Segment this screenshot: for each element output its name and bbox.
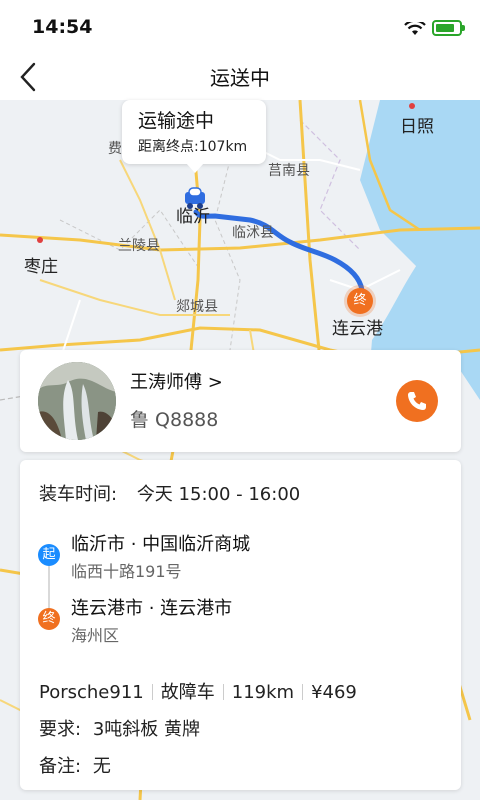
map-label-junan: 莒南县	[268, 163, 310, 179]
driver-avatar	[38, 362, 116, 440]
phone-icon	[408, 392, 426, 410]
load-time-label: 装车时间:	[39, 484, 118, 505]
driver-card[interactable]: 王涛师傅 > 鲁 Q8888	[20, 350, 461, 452]
load-time-row: 装车时间: 今天 15:00 - 16:00	[39, 480, 300, 506]
end-address: 海州区	[71, 626, 120, 645]
vehicle-model: Porsche911	[39, 682, 144, 703]
start-address: 临西十路191号	[71, 562, 182, 581]
end-place: 连云港市 · 连云港市	[71, 598, 233, 619]
nav-bar: 运送中	[0, 56, 480, 100]
trip-distance: 119km	[231, 682, 295, 703]
bubble-title: 运输途中	[138, 110, 215, 132]
end-point-marker: 终	[347, 288, 373, 314]
truck-marker-icon	[185, 187, 205, 209]
map-label-tancheng: 郯城县	[176, 299, 218, 315]
remark-label: 备注:	[39, 756, 82, 777]
order-details-card: 装车时间: 今天 15:00 - 16:00 起 终 临沂市 · 中国临沂商城 …	[20, 460, 461, 790]
route-connector-line	[48, 566, 50, 608]
call-driver-button[interactable]	[396, 380, 438, 422]
vehicle-info-row: Porsche911 故障车 119km ¥469	[39, 678, 357, 704]
license-plate: 鲁 Q8888	[130, 409, 219, 431]
bubble-distance: 距离终点:107km	[138, 139, 248, 155]
status-bar: 14:54	[0, 0, 480, 56]
requirement-value: 3吨斜板 黄牌	[92, 719, 200, 740]
vehicle-status: 故障车	[160, 682, 215, 703]
map-label-fei: 费	[108, 141, 122, 157]
driver-name-link[interactable]: 王涛师傅 >	[130, 368, 223, 394]
remark-row: 备注: 无	[39, 752, 111, 778]
start-place: 临沂市 · 中国临沂商城	[71, 534, 251, 555]
status-time: 14:54	[32, 16, 93, 38]
battery-tip	[462, 25, 465, 31]
end-badge: 终	[38, 608, 60, 630]
transport-status-bubble: 运输途中 距离终点:107km	[122, 100, 266, 173]
wifi-icon	[404, 22, 426, 35]
map-label-linshu: 临沭县	[232, 225, 274, 241]
start-badge: 起	[38, 544, 60, 566]
battery-icon	[432, 20, 462, 36]
trip-price: ¥469	[311, 682, 357, 703]
requirement-label: 要求:	[39, 719, 82, 740]
map-label-lianyungang: 连云港	[332, 319, 383, 339]
map-label-zaozhuang: 枣庄	[24, 257, 58, 277]
map-label-lanling: 兰陵县	[118, 238, 160, 254]
requirement-row: 要求: 3吨斜板 黄牌	[39, 715, 200, 741]
map-label-rizhao: 日照	[400, 117, 434, 137]
page-title: 运送中	[210, 66, 270, 90]
remark-value: 无	[92, 756, 111, 777]
load-time-value: 今天 15:00 - 16:00	[136, 484, 301, 505]
